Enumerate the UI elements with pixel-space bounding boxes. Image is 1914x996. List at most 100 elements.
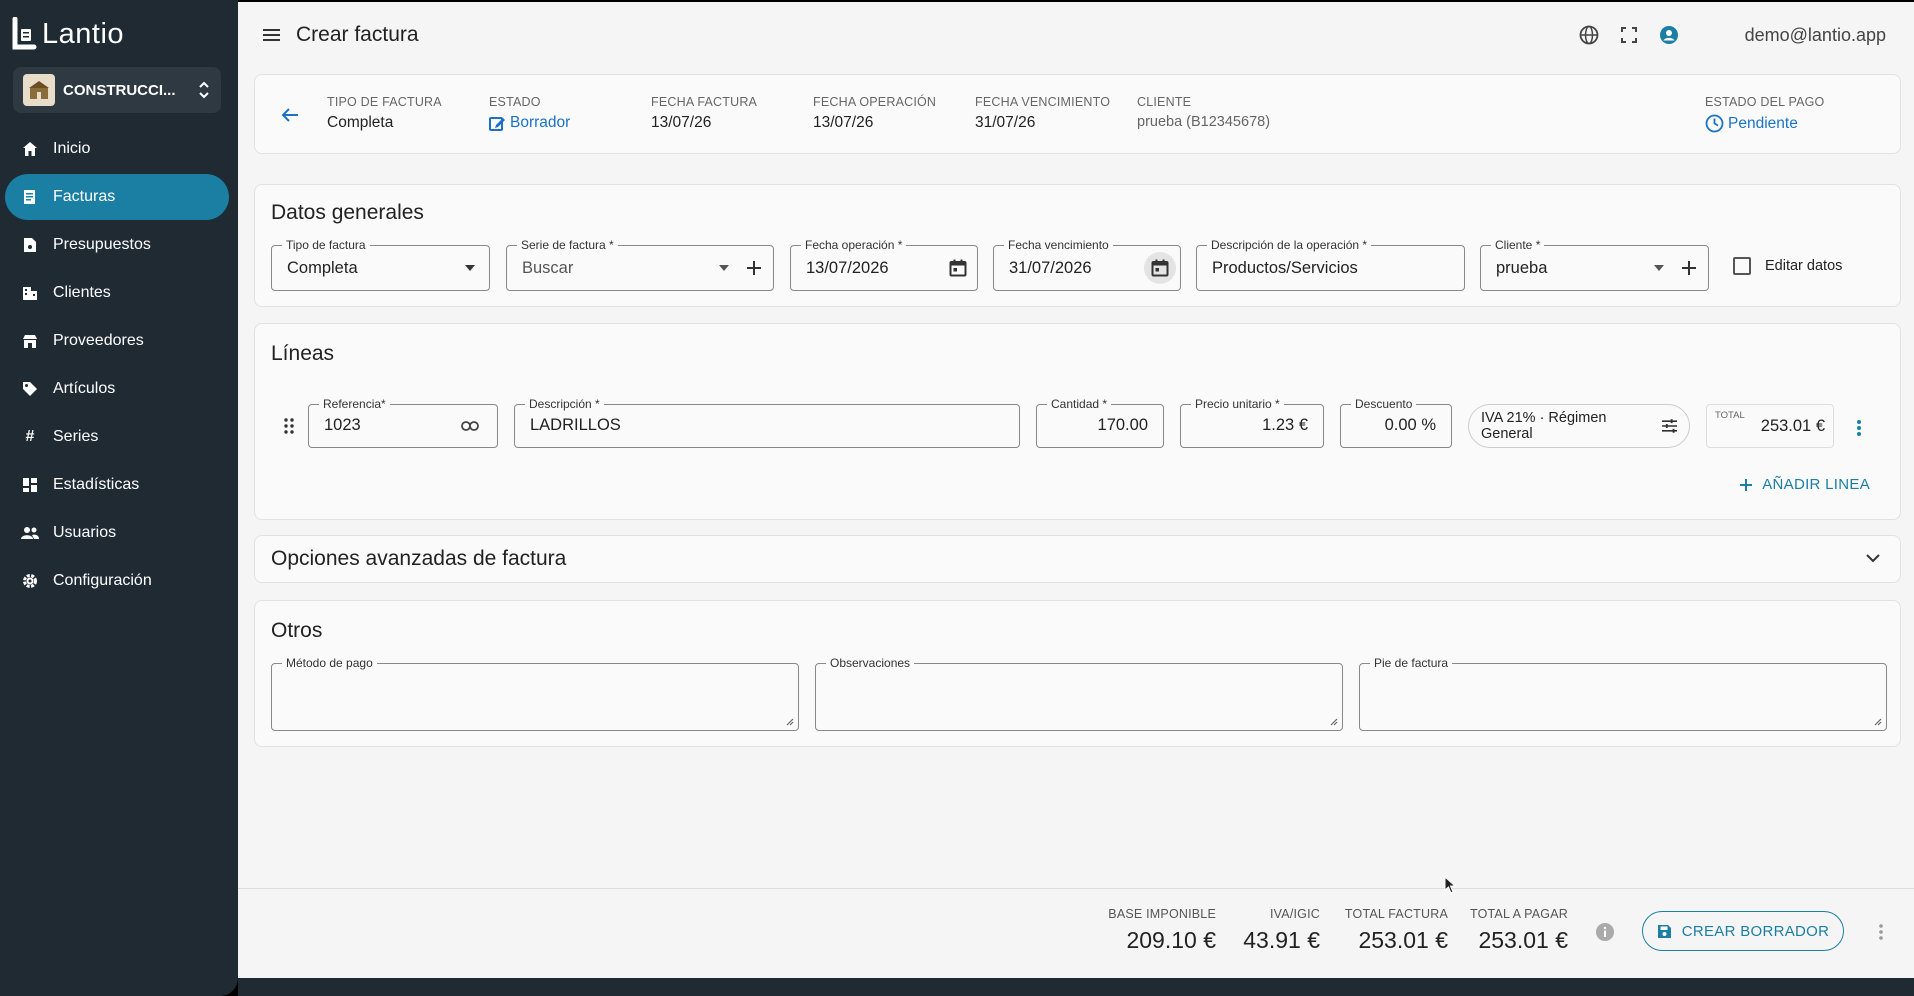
sidebar-item-series[interactable]: # Series <box>5 414 229 460</box>
sidebar-item-facturas[interactable]: Facturas <box>5 174 229 220</box>
company-name: CONSTRUCCI... <box>63 81 176 99</box>
sidebar-item-label: Presupuestos <box>53 236 151 253</box>
serie-factura-select[interactable]: Serie de factura * Buscar <box>506 238 774 291</box>
sidebar-item-label: Series <box>53 428 99 445</box>
store-icon <box>21 332 39 350</box>
descripcion-operacion-field[interactable]: Descripción de la operación * Productos/… <box>1196 238 1465 291</box>
hash-icon: # <box>25 428 35 445</box>
crear-borrador-button[interactable]: CREAR BORRADOR <box>1642 911 1844 951</box>
company-selector[interactable]: CONSTRUCCI... <box>13 67 221 113</box>
link-icon[interactable] <box>459 415 481 437</box>
summary-tipo: TIPO DE FACTURA Completa <box>327 95 442 131</box>
dashboard-icon <box>21 476 39 494</box>
otros-title: Otros <box>271 619 323 642</box>
add-icon[interactable] <box>743 257 765 279</box>
resize-handle-icon[interactable] <box>1872 716 1882 726</box>
sidebar-item-clientes[interactable]: Clientes <box>5 270 229 316</box>
add-line-button[interactable]: AÑADIR LINEA <box>1740 476 1870 493</box>
sidebar-item-articulos[interactable]: Artículos <box>5 366 229 412</box>
calendar-icon[interactable] <box>1144 252 1176 284</box>
totals-footer: BASE IMPONIBLE 209.10 € IVA/IGIC 43.91 €… <box>238 888 1914 976</box>
editar-datos-checkbox[interactable]: Editar datos <box>1733 257 1842 275</box>
crear-borrador-label: CREAR BORRADOR <box>1681 922 1830 940</box>
resize-handle-icon[interactable] <box>1328 716 1338 726</box>
building-icon <box>21 284 39 302</box>
estado-pago-value: Pendiente <box>1728 114 1798 132</box>
sidebar-item-label: Usuarios <box>53 524 117 541</box>
menu-icon[interactable] <box>262 27 282 43</box>
datos-generales-title: Datos generales <box>271 201 424 224</box>
sidebar-item-presupuestos[interactable]: Presupuestos <box>5 222 229 268</box>
lineas-card: Líneas Referencia* 1023 Descripción * LA… <box>254 323 1901 520</box>
sidebar-item-label: Facturas <box>53 188 116 205</box>
observaciones-textarea[interactable]: Observaciones <box>815 656 1343 731</box>
datos-generales-card: Datos generales Tipo de factura Completa… <box>254 184 1901 307</box>
home-icon <box>21 140 39 158</box>
chevron-down-icon[interactable] <box>1866 554 1880 563</box>
sidebar-item-proveedores[interactable]: Proveedores <box>5 318 229 364</box>
page-title: Crear factura <box>296 23 419 46</box>
iva-label: IVA 21% · Régimen General <box>1481 410 1607 442</box>
add-line-label: AÑADIR LINEA <box>1762 476 1870 493</box>
fecha-vencimiento-field[interactable]: Fecha vencimiento 31/07/2026 <box>993 238 1181 291</box>
drag-handle-icon[interactable] <box>284 418 294 434</box>
pie-factura-textarea[interactable]: Pie de factura <box>1359 656 1887 731</box>
plus-icon <box>1740 478 1753 491</box>
referencia-field[interactable]: Referencia* 1023 <box>308 397 498 448</box>
fecha-operacion-field[interactable]: Fecha operación * 13/07/2026 <box>790 238 978 291</box>
globe-icon[interactable] <box>1577 23 1601 47</box>
clock-icon <box>1705 114 1724 133</box>
resize-handle-icon[interactable] <box>784 716 794 726</box>
cantidad-field[interactable]: Cantidad * 170.00 <box>1036 397 1164 448</box>
tag-icon <box>21 380 39 398</box>
checkbox-icon <box>1733 257 1751 275</box>
summary-estado-pago: ESTADO DEL PAGO Pendiente <box>1705 95 1825 133</box>
line-item-row: Referencia* 1023 Descripción * LADRILLOS… <box>271 387 1889 467</box>
sidebar-item-label: Configuración <box>53 572 152 589</box>
unfold-icon <box>199 81 209 99</box>
bottom-strip <box>238 978 1914 996</box>
tipo-factura-select[interactable]: Tipo de factura Completa <box>271 238 490 291</box>
user-email[interactable]: demo@lantio.app <box>1745 25 1886 46</box>
descuento-field[interactable]: Descuento 0.00 % <box>1340 397 1452 448</box>
more-vert-icon[interactable] <box>1878 923 1884 941</box>
users-icon <box>21 524 39 542</box>
main-content: Crear factura demo@lantio.app TIPO DE FA… <box>238 2 1914 978</box>
precio-unitario-field[interactable]: Precio unitario * 1.23 € <box>1180 397 1324 448</box>
editar-datos-label: Editar datos <box>1765 258 1843 274</box>
iva-selector[interactable]: IVA 21% · Régimen General <box>1468 404 1690 448</box>
summary-cliente: CLIENTE prueba (B12345678) <box>1137 95 1271 130</box>
sidebar-item-label: Artículos <box>53 380 116 397</box>
add-icon[interactable] <box>1678 257 1700 279</box>
sidebar-item-label: Estadísticas <box>53 476 140 493</box>
dropdown-arrow-icon[interactable] <box>1648 257 1670 279</box>
top-actions: demo@lantio.app <box>1561 2 1886 68</box>
sidebar-item-label: Clientes <box>53 284 111 301</box>
lantio-logo-icon <box>12 17 37 50</box>
otros-card: Otros Método de pago Observaciones Pie d… <box>254 600 1901 747</box>
base-imponible: BASE IMPONIBLE 209.10 € <box>1108 907 1216 953</box>
sidebar-item-inicio[interactable]: Inicio <box>5 126 229 172</box>
sidebar-item-estadisticas[interactable]: Estadísticas <box>5 462 229 508</box>
sidebar-item-configuracion[interactable]: Configuración <box>5 558 229 604</box>
descripcion-field[interactable]: Descripción * LADRILLOS <box>514 397 1020 448</box>
calendar-icon[interactable] <box>947 257 969 279</box>
opciones-avanzadas-title: Opciones avanzadas de factura <box>271 547 567 570</box>
info-icon[interactable] <box>1595 922 1615 942</box>
more-vert-icon[interactable] <box>1856 419 1862 437</box>
mouse-cursor-icon <box>1444 876 1456 894</box>
sidebar-item-usuarios[interactable]: Usuarios <box>5 510 229 556</box>
top-bar: Crear factura demo@lantio.app <box>238 2 1914 68</box>
account-icon[interactable] <box>1657 23 1681 47</box>
app-logo[interactable]: Lantio <box>12 14 124 54</box>
invoice-summary: TIPO DE FACTURA Completa ESTADO Borrador… <box>254 74 1901 154</box>
save-icon <box>1657 924 1671 938</box>
sidebar-nav: Inicio Facturas Presupuestos Clientes Pr… <box>5 126 229 606</box>
metodo-pago-textarea[interactable]: Método de pago <box>271 656 799 731</box>
fullscreen-icon[interactable] <box>1617 23 1641 47</box>
back-arrow-icon[interactable] <box>281 107 299 123</box>
dropdown-arrow-icon[interactable] <box>713 257 735 279</box>
opciones-avanzadas-panel[interactable]: Opciones avanzadas de factura <box>254 535 1901 583</box>
cliente-select[interactable]: Cliente * prueba <box>1480 238 1709 291</box>
estado-value: Borrador <box>510 114 571 131</box>
